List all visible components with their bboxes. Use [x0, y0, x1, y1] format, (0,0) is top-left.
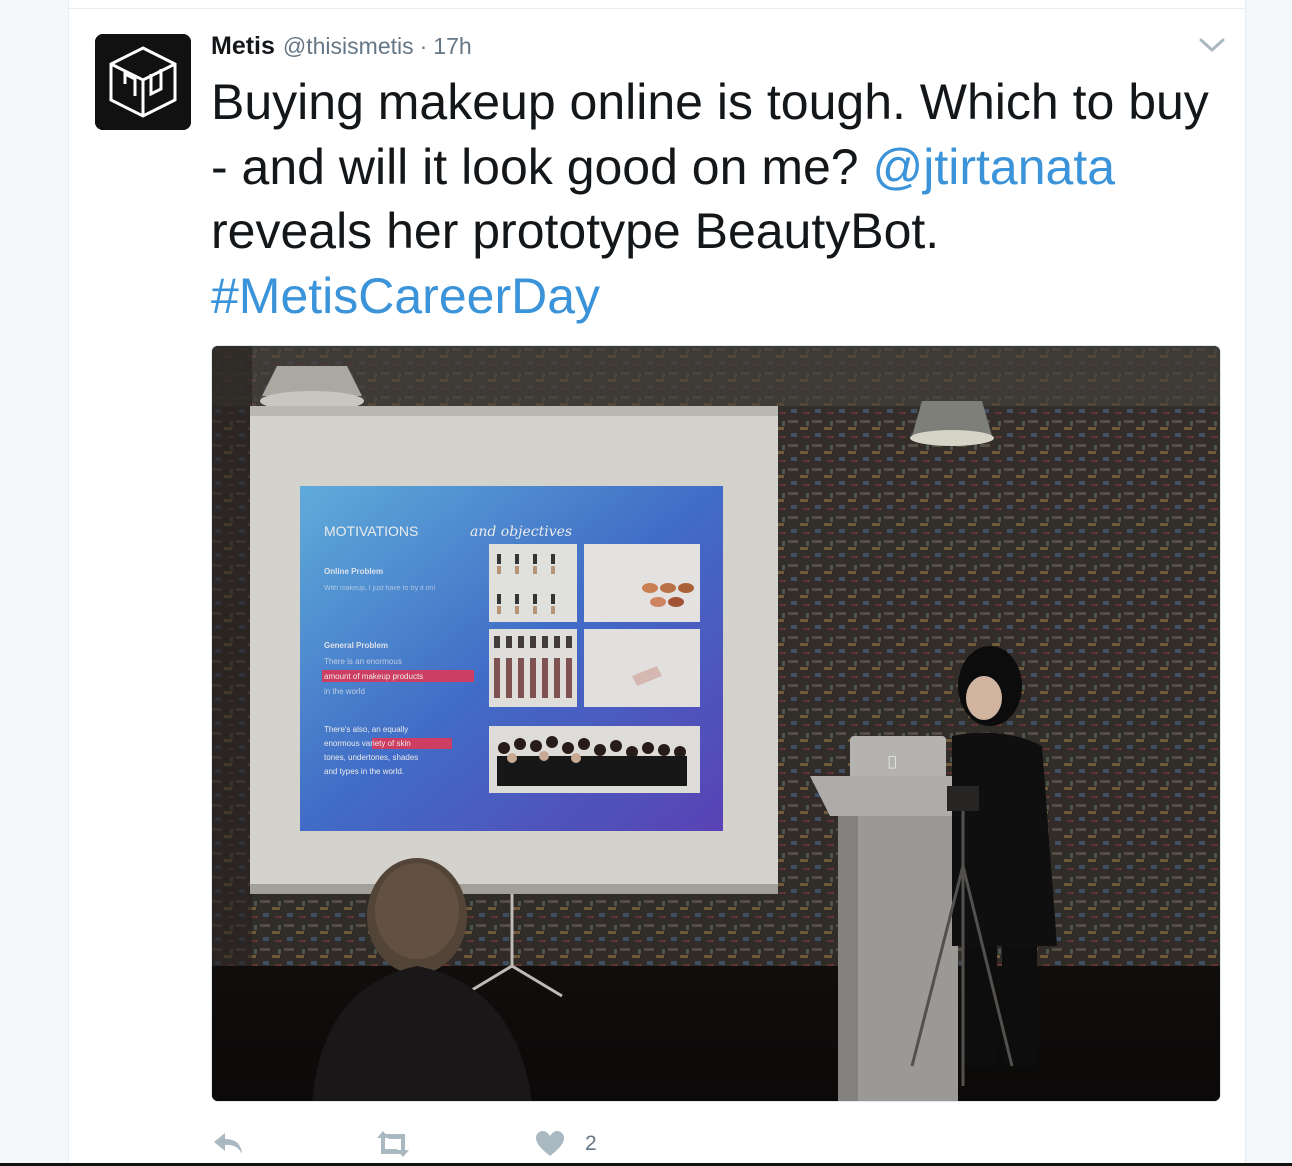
author-display-name[interactable]: Metis — [211, 32, 275, 61]
header-separator: · — [419, 33, 428, 59]
retweet-button[interactable] — [371, 1129, 535, 1159]
tweet-text-part: reveals her prototype BeautyBot. — [211, 203, 940, 259]
reply-button[interactable] — [211, 1129, 371, 1159]
mention-link[interactable]: @jtirtanata — [872, 139, 1115, 195]
tweet-text: Buying makeup online is tough. Which to … — [211, 70, 1221, 328]
tweet-header: Metis @thisismetis · 17h — [211, 32, 472, 66]
avatar[interactable] — [95, 34, 191, 130]
tweet-photo[interactable]: MOTIVATIONS and objectives Online Proble… — [211, 345, 1221, 1102]
tweet-card[interactable]: Metis @thisismetis · 17h Buying makeup o… — [68, 0, 1246, 1166]
metis-logo-icon — [95, 34, 191, 130]
author-screen-name[interactable]: @thisismetis — [283, 33, 414, 60]
like-count: 2 — [585, 1132, 597, 1155]
like-button[interactable]: 2 — [535, 1130, 655, 1158]
divider — [69, 8, 1245, 9]
chevron-down-icon[interactable] — [1197, 36, 1227, 56]
heart-icon — [536, 1131, 564, 1156]
presentation-photo: MOTIVATIONS and objectives Online Proble… — [212, 346, 1220, 1101]
tweet-actions: 2 — [211, 1124, 655, 1164]
reply-icon — [214, 1133, 242, 1154]
hashtag-link[interactable]: #MetisCareerDay — [211, 268, 600, 324]
tweet-timestamp[interactable]: 17h — [433, 33, 471, 60]
retweet-icon — [377, 1131, 409, 1157]
